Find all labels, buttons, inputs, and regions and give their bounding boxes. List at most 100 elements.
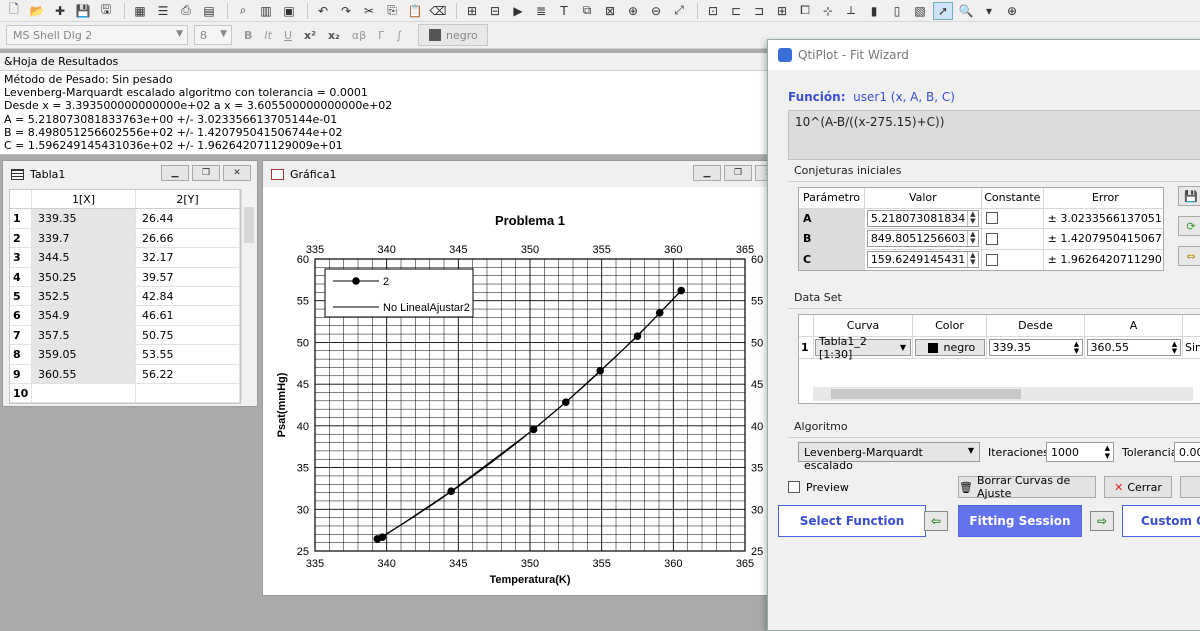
column-header-y[interactable]: 2[Y] bbox=[136, 190, 240, 209]
superscript-button[interactable]: x² bbox=[304, 29, 316, 42]
select-function-button[interactable]: Select Function bbox=[778, 505, 926, 537]
stats-icon[interactable]: ▧ bbox=[910, 2, 930, 20]
table-row[interactable]: 3 344.5 32.17 bbox=[10, 248, 240, 268]
table-window-titlebar[interactable]: Tabla1 ▁ ❐ ✕ bbox=[3, 161, 257, 187]
copy-icon[interactable]: ⎘ bbox=[382, 2, 402, 20]
parameter-value-input[interactable]: 159.6249145431 ▲ ▼ bbox=[866, 251, 979, 269]
font-family-select[interactable]: MS Shell Dlg 2 ▼ bbox=[6, 25, 188, 45]
subscript-button[interactable]: x₂ bbox=[328, 29, 340, 42]
zoom-menu-icon[interactable]: ▾ bbox=[979, 2, 999, 20]
rescale-icon[interactable]: ⤢ bbox=[669, 2, 689, 20]
dataset-scrollbar[interactable] bbox=[813, 387, 1193, 401]
paste-icon[interactable]: 📋 bbox=[405, 2, 425, 20]
undo-icon[interactable]: ↶ bbox=[313, 2, 333, 20]
layer-right-icon[interactable]: ⊐ bbox=[749, 2, 769, 20]
curve-color-select[interactable]: negro bbox=[914, 339, 985, 356]
new-file-icon[interactable]: 🗋 bbox=[4, 2, 24, 20]
text-icon[interactable]: T bbox=[554, 2, 574, 20]
erase-icon[interactable]: ⌫ bbox=[428, 2, 448, 20]
preview-checkbox[interactable] bbox=[788, 481, 800, 493]
extra-button[interactable] bbox=[1180, 476, 1200, 498]
zoom-in-icon[interactable]: ⊕ bbox=[623, 2, 643, 20]
data-point[interactable] bbox=[447, 487, 455, 495]
function-expression[interactable]: 10^(A-B/((x-275.15)+C)) bbox=[788, 110, 1200, 160]
column-chart-icon[interactable]: ▯ bbox=[887, 2, 907, 20]
table-row[interactable]: 2 339.7 26.66 bbox=[10, 228, 240, 249]
tolerance-input[interactable]: 0.000 bbox=[1174, 442, 1200, 462]
fit-wizard-titlebar[interactable]: QtiPlot - Fit Wizard bbox=[768, 40, 1200, 70]
table-row[interactable]: 4 350.25 39.57 bbox=[10, 267, 240, 287]
screen-reader-icon[interactable]: ⊕ bbox=[1002, 2, 1022, 20]
range-to-input[interactable]: 360.55 ▲ ▼ bbox=[1086, 339, 1181, 356]
parameter-value-input[interactable]: 5.218073081834 ▲ ▼ bbox=[866, 209, 979, 227]
layer-left-icon[interactable]: ⊏ bbox=[726, 2, 746, 20]
table-scrollbar[interactable] bbox=[241, 189, 255, 399]
weight-cell[interactable]: Sin bbox=[1183, 337, 1200, 358]
data-point[interactable] bbox=[633, 332, 642, 340]
data-point[interactable] bbox=[677, 286, 686, 295]
scroll-thumb[interactable] bbox=[831, 389, 1021, 399]
bar-chart-icon[interactable]: ▮ bbox=[864, 2, 884, 20]
parameter-value-input[interactable]: 849.8051256603 ▲ ▼ bbox=[866, 230, 979, 248]
open-folder-icon[interactable]: 📂 bbox=[27, 2, 47, 20]
export-pdf-icon[interactable]: ▤ bbox=[199, 2, 219, 20]
save-as-icon[interactable]: 🖫 bbox=[96, 2, 116, 20]
constant-checkbox[interactable] bbox=[985, 232, 998, 245]
text-color-button[interactable]: negro bbox=[418, 24, 489, 46]
underline-button[interactable]: U bbox=[284, 29, 292, 42]
close-button[interactable]: ✕ bbox=[223, 165, 251, 181]
new-table-icon[interactable]: ▦ bbox=[130, 2, 150, 20]
data-point[interactable] bbox=[529, 425, 538, 434]
zoom-out-icon[interactable]: ⊖ bbox=[646, 2, 666, 20]
find-icon[interactable]: ⌕ bbox=[233, 2, 253, 20]
align-icon[interactable]: ≣ bbox=[531, 2, 551, 20]
constant-checkbox[interactable] bbox=[985, 253, 998, 266]
table-row[interactable]: 7 357.5 50.75 bbox=[10, 325, 240, 346]
table-row[interactable]: 5 352.5 42.84 bbox=[10, 286, 240, 307]
restore-button[interactable]: ❐ bbox=[724, 165, 752, 181]
data-reader-icon[interactable]: ⊹ bbox=[818, 2, 838, 20]
save-guesses-icon[interactable]: 💾 bbox=[1178, 186, 1200, 206]
data-point[interactable] bbox=[562, 398, 570, 406]
spin-arrows-icon[interactable]: ▲ ▼ bbox=[1170, 340, 1180, 355]
data-point[interactable] bbox=[655, 309, 664, 317]
add-icon[interactable]: ✚ bbox=[50, 2, 70, 20]
plot-area[interactable]: 3353353403403453453503503553553603603653… bbox=[263, 187, 790, 596]
greek-upper-button[interactable]: Γ bbox=[378, 29, 384, 42]
table-row[interactable]: 6 354.9 46.61 bbox=[10, 306, 240, 326]
restore-button[interactable]: ❐ bbox=[192, 165, 220, 181]
graph-icon[interactable]: ▣ bbox=[279, 2, 299, 20]
column-header-x[interactable]: 1[X] bbox=[32, 190, 136, 209]
table-row[interactable]: 10 bbox=[10, 383, 240, 404]
cut-icon[interactable]: ✂ bbox=[359, 2, 379, 20]
spin-arrows-icon[interactable]: ▲ ▼ bbox=[966, 252, 978, 268]
region-icon[interactable]: ⊟ bbox=[485, 2, 505, 20]
italic-button[interactable]: It bbox=[264, 29, 272, 42]
graph-window-titlebar[interactable]: Gráfica1 ▁ ❐ ✕ bbox=[263, 161, 789, 187]
range-from-input[interactable]: 339.35 ▲ ▼ bbox=[988, 339, 1083, 356]
scroll-thumb[interactable] bbox=[244, 207, 254, 243]
grid-icon[interactable]: ⊞ bbox=[462, 2, 482, 20]
curve-select[interactable]: Tabla1_2 [1:30] ▼ bbox=[815, 335, 911, 361]
zoom-icon[interactable]: 🔍 bbox=[956, 2, 976, 20]
print-icon[interactable]: ⎙ bbox=[176, 2, 196, 20]
table-row[interactable]: 8 359.05 53.55 bbox=[10, 345, 240, 365]
table-row[interactable]: 1 339.35 26.44 bbox=[10, 209, 240, 229]
custom-output-button[interactable]: Custom Ou bbox=[1122, 505, 1200, 537]
layers-icon[interactable]: ⧉ bbox=[577, 2, 597, 20]
font-size-select[interactable]: 8 ▼ bbox=[194, 25, 232, 45]
refresh-icon[interactable]: ⟳ bbox=[1178, 216, 1200, 236]
iterations-input[interactable]: 1000 ▲ ▼ bbox=[1046, 442, 1114, 462]
data-point[interactable] bbox=[378, 533, 387, 541]
greek-button[interactable]: αβ bbox=[352, 29, 366, 42]
forward-arrow-icon[interactable]: ⇨ bbox=[1090, 511, 1114, 531]
spin-arrows-icon[interactable]: ▲ ▼ bbox=[966, 210, 978, 226]
spin-arrows-icon[interactable]: ▲ ▼ bbox=[966, 231, 978, 247]
back-arrow-icon[interactable]: ⇦ bbox=[924, 511, 948, 531]
algorithm-select[interactable]: Levenberg-Marquardt escalado ▼ bbox=[798, 442, 980, 472]
minimize-button[interactable]: ▁ bbox=[693, 165, 721, 181]
table-row[interactable]: 9 360.55 56.22 bbox=[10, 364, 240, 384]
arrange-layers-icon[interactable]: ⧠ bbox=[795, 2, 815, 20]
clear-fit-curves-button[interactable]: 🗑 Borrar Curvas de Ajuste bbox=[958, 474, 1096, 500]
layout-icon[interactable]: ⊞ bbox=[772, 2, 792, 20]
